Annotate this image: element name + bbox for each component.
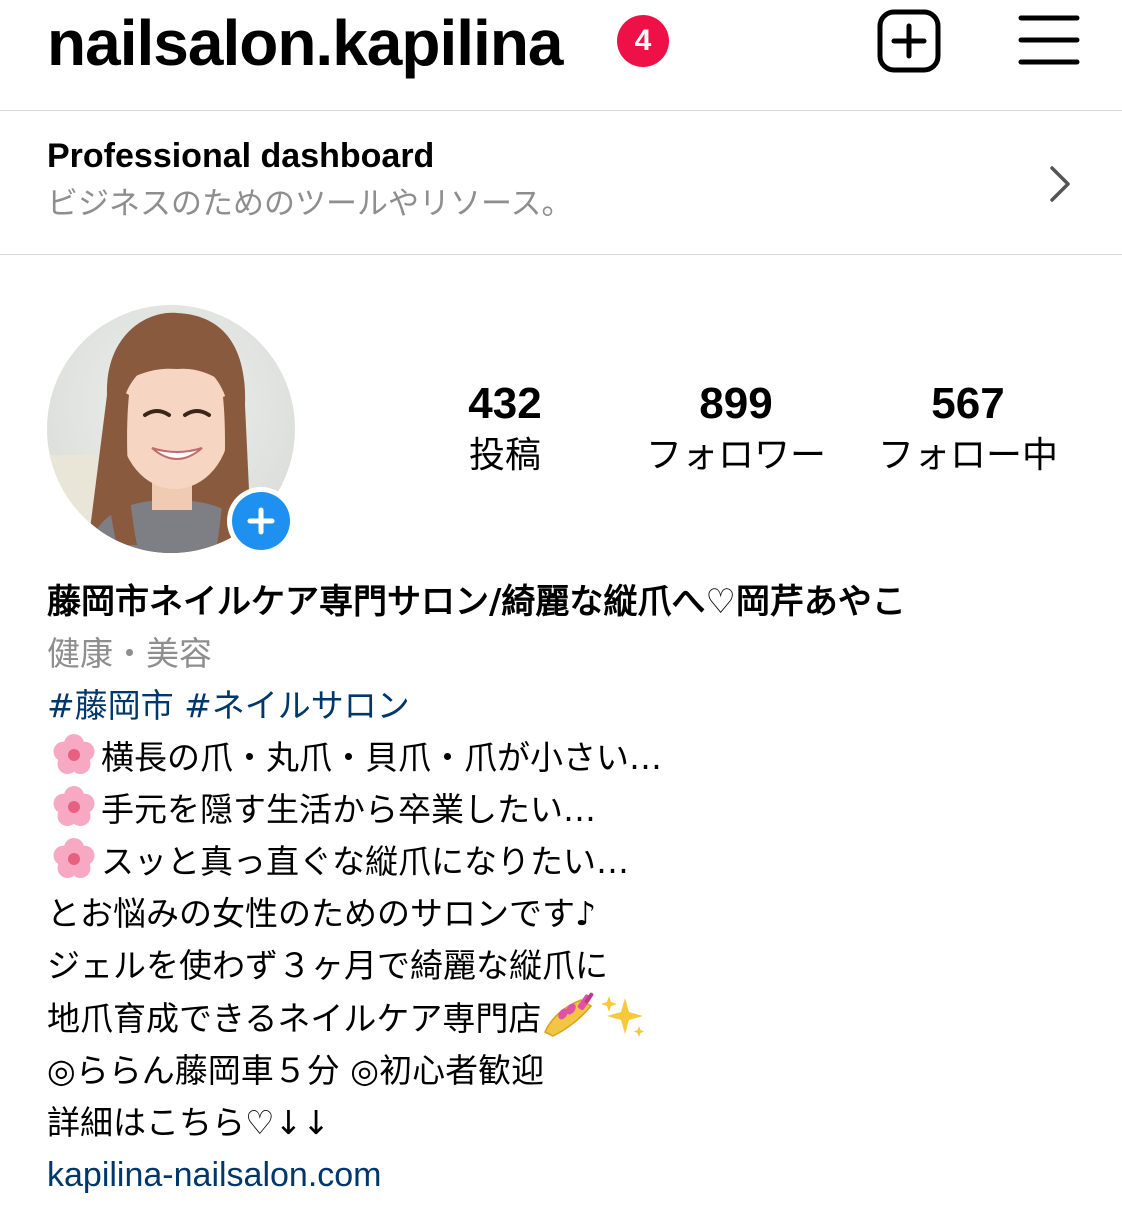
add-story-button[interactable]	[227, 487, 295, 555]
bio-line: 手元を隠す生活から卒業したい…	[47, 784, 1107, 836]
bio-line: 地爪育成できるネイルケア専門店	[47, 992, 1107, 1045]
notification-badge[interactable]: 4	[617, 15, 669, 67]
nail-polish-icon	[544, 992, 594, 1037]
bio-text: スッと真っ直ぐな縦爪になりたい…	[101, 842, 629, 881]
followers-number: 899	[699, 379, 773, 428]
bio-line: ◎ららん藤岡車５分 ◎初心者歓迎	[47, 1051, 545, 1090]
professional-dashboard-row[interactable]: Professional dashboard ビジネスのためのツールやリソース。	[0, 112, 1122, 254]
dashboard-subtitle: ビジネスのためのツールやリソース。	[47, 186, 573, 222]
dashboard-title: Professional dashboard	[47, 137, 435, 175]
dashboard-divider	[0, 254, 1122, 255]
bio-line: 詳細はこちら♡↓↓	[47, 1103, 330, 1142]
hashtag-link[interactable]: #ネイルサロン	[184, 686, 410, 725]
display-name: 藤岡市ネイルケア専門サロン/綺麗な縦爪へ♡岡芹あやこ	[47, 582, 906, 622]
hashtag-row: #藤岡市 #ネイルサロン	[47, 680, 1107, 732]
sparkles-icon	[601, 996, 645, 1037]
profile-bio: 藤岡市ネイルケア専門サロン/綺麗な縦爪へ♡岡芹あやこ 健康・美容 #藤岡市 #ネ…	[47, 576, 1107, 1201]
website-link[interactable]: kapilina-nailsalon.com	[47, 1149, 1107, 1201]
posts-count[interactable]: 432 投稿	[445, 378, 565, 480]
header-divider	[0, 110, 1122, 111]
top-bar: nailsalon.kapilina 4	[0, 0, 1122, 110]
profile-page: nailsalon.kapilina 4 Professional dashbo…	[0, 0, 1122, 1228]
chevron-right-icon	[1046, 164, 1074, 204]
followers-count[interactable]: 899 フォロワー	[636, 378, 836, 480]
posts-label: 投稿	[468, 435, 541, 476]
plus-square-icon[interactable]	[876, 8, 942, 74]
bio-line: 横長の爪・丸爪・貝爪・爪が小さい…	[47, 732, 1107, 784]
cherry-blossom-icon	[53, 734, 95, 774]
business-category: 健康・美容	[47, 634, 212, 673]
plus-icon	[232, 492, 290, 550]
account-username[interactable]: nailsalon.kapilina	[47, 8, 563, 78]
bio-text: 地爪育成できるネイルケア専門店	[47, 999, 542, 1038]
following-count[interactable]: 567 フォロー中	[868, 378, 1068, 480]
cherry-blossom-icon	[53, 786, 95, 826]
bio-text: 横長の爪・丸爪・貝爪・爪が小さい…	[101, 738, 662, 777]
cherry-blossom-icon	[53, 838, 95, 878]
bio-text: 手元を隠す生活から卒業したい…	[101, 790, 596, 829]
posts-number: 432	[468, 379, 542, 428]
bio-line: スッと真っ直ぐな縦爪になりたい…	[47, 836, 1107, 888]
followers-label: フォロワー	[645, 435, 826, 476]
hamburger-menu-icon[interactable]	[1018, 12, 1080, 68]
bio-line: ジェルを使わず３ヶ月で綺麗な縦爪に	[47, 946, 608, 985]
hashtag-link[interactable]: #藤岡市	[47, 686, 174, 725]
following-label: フォロー中	[877, 435, 1058, 476]
following-number: 567	[931, 379, 1005, 428]
bio-line: とお悩みの女性のためのサロンです♪	[47, 894, 597, 933]
